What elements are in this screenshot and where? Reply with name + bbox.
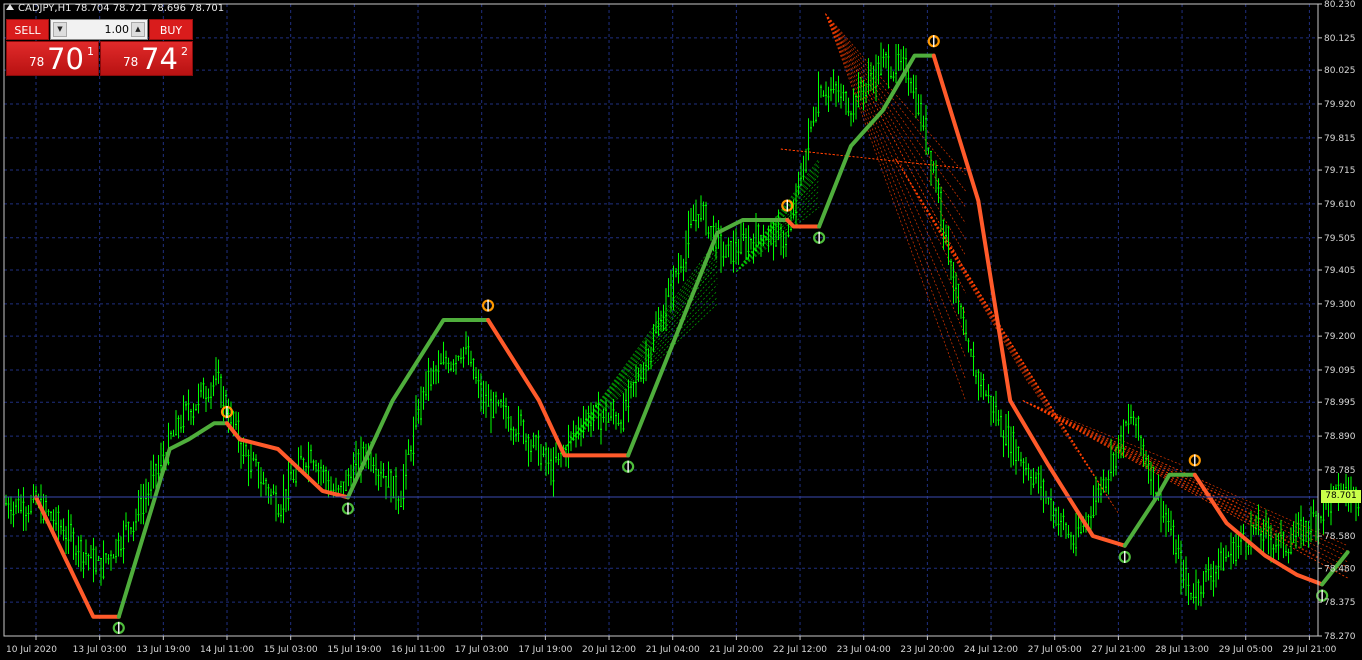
y-tick-label: 79.715 [1324, 166, 1356, 176]
current-price-label: 78.701 [1321, 490, 1361, 503]
y-tick-label: 80.025 [1324, 66, 1356, 76]
y-tick-label: 78.580 [1324, 532, 1356, 542]
lot-increase-icon[interactable]: ▲ [131, 22, 145, 37]
lot-size-value[interactable]: 1.00 [69, 23, 130, 36]
y-tick-label: 79.405 [1324, 266, 1356, 276]
x-tick-label: 21 Jul 04:00 [646, 645, 700, 655]
x-tick-label: 21 Jul 20:00 [709, 645, 763, 655]
sell-price-big: 70 [47, 42, 84, 76]
lot-size-stepper[interactable]: ▼ 1.00 ▲ [50, 19, 148, 40]
x-tick-label: 23 Jul 04:00 [837, 645, 891, 655]
x-tick-label: 15 Jul 19:00 [327, 645, 381, 655]
y-tick-label: 79.300 [1324, 300, 1356, 310]
x-tick-label: 24 Jul 12:00 [964, 645, 1018, 655]
x-tick-label: 22 Jul 12:00 [773, 645, 827, 655]
y-tick-label: 78.480 [1324, 564, 1356, 574]
y-tick-label: 78.890 [1324, 432, 1356, 442]
y-tick-label: 78.785 [1324, 466, 1356, 476]
x-tick-label: 20 Jul 12:00 [582, 645, 636, 655]
x-tick-label: 10 Jul 2020 [6, 645, 57, 655]
x-tick-label: 28 Jul 13:00 [1155, 645, 1209, 655]
sell-price-sup: 1 [87, 45, 94, 58]
sell-price-button[interactable]: 78 70 1 [6, 41, 99, 76]
price-chart[interactable]: 80.230 80.125 80.025 79.920 79.815 79.715 79.6… [0, 0, 1362, 660]
chart-background [0, 0, 1362, 660]
lot-decrease-icon[interactable]: ▼ [53, 22, 67, 37]
y-tick-label: 78.995 [1324, 398, 1356, 408]
y-tick-label: 79.200 [1324, 332, 1356, 342]
y-tick-label: 78.375 [1324, 598, 1356, 608]
sell-price-small: 78 [29, 55, 45, 69]
x-tick-label: 29 Jul 21:00 [1282, 645, 1336, 655]
x-tick-label: 14 Jul 11:00 [200, 645, 254, 655]
x-tick-label: 23 Jul 20:00 [900, 645, 954, 655]
symbol-info: CADJPY,H1 78.704 78.721 78.696 78.701 [18, 3, 225, 14]
y-tick-label: 79.095 [1324, 366, 1356, 376]
x-tick-label: 17 Jul 19:00 [518, 645, 572, 655]
y-tick-label: 79.505 [1324, 234, 1356, 244]
x-tick-label: 13 Jul 03:00 [73, 645, 127, 655]
x-tick-label: 17 Jul 03:00 [455, 645, 509, 655]
buy-price-big: 74 [141, 42, 178, 76]
x-tick-label: 27 Jul 05:00 [1028, 645, 1082, 655]
y-tick-label: 80.125 [1324, 34, 1356, 44]
x-tick-label: 27 Jul 21:00 [1091, 645, 1145, 655]
buy-price-button[interactable]: 78 74 2 [100, 41, 193, 76]
y-tick-label: 79.920 [1324, 100, 1356, 110]
chart-header: CADJPY,H1 78.704 78.721 78.696 78.701 [6, 3, 224, 14]
y-tick-label: 80.230 [1324, 0, 1356, 10]
sell-button[interactable]: SELL [6, 19, 49, 40]
x-tick-label: 13 Jul 19:00 [136, 645, 190, 655]
y-tick-label: 78.270 [1324, 632, 1356, 642]
x-tick-label: 16 Jul 11:00 [391, 645, 445, 655]
one-click-trading-panel: SELL ▼ 1.00 ▲ BUY 78 70 1 78 74 2 [6, 19, 193, 76]
x-tick-label: 29 Jul 05:00 [1219, 645, 1273, 655]
y-tick-label: 79.815 [1324, 134, 1356, 144]
collapse-triangle-icon[interactable] [6, 4, 14, 10]
buy-button[interactable]: BUY [149, 19, 193, 40]
x-tick-label: 15 Jul 03:00 [264, 645, 318, 655]
buy-price-small: 78 [123, 55, 139, 69]
y-tick-label: 79.610 [1324, 200, 1356, 210]
buy-price-sup: 2 [181, 45, 188, 58]
